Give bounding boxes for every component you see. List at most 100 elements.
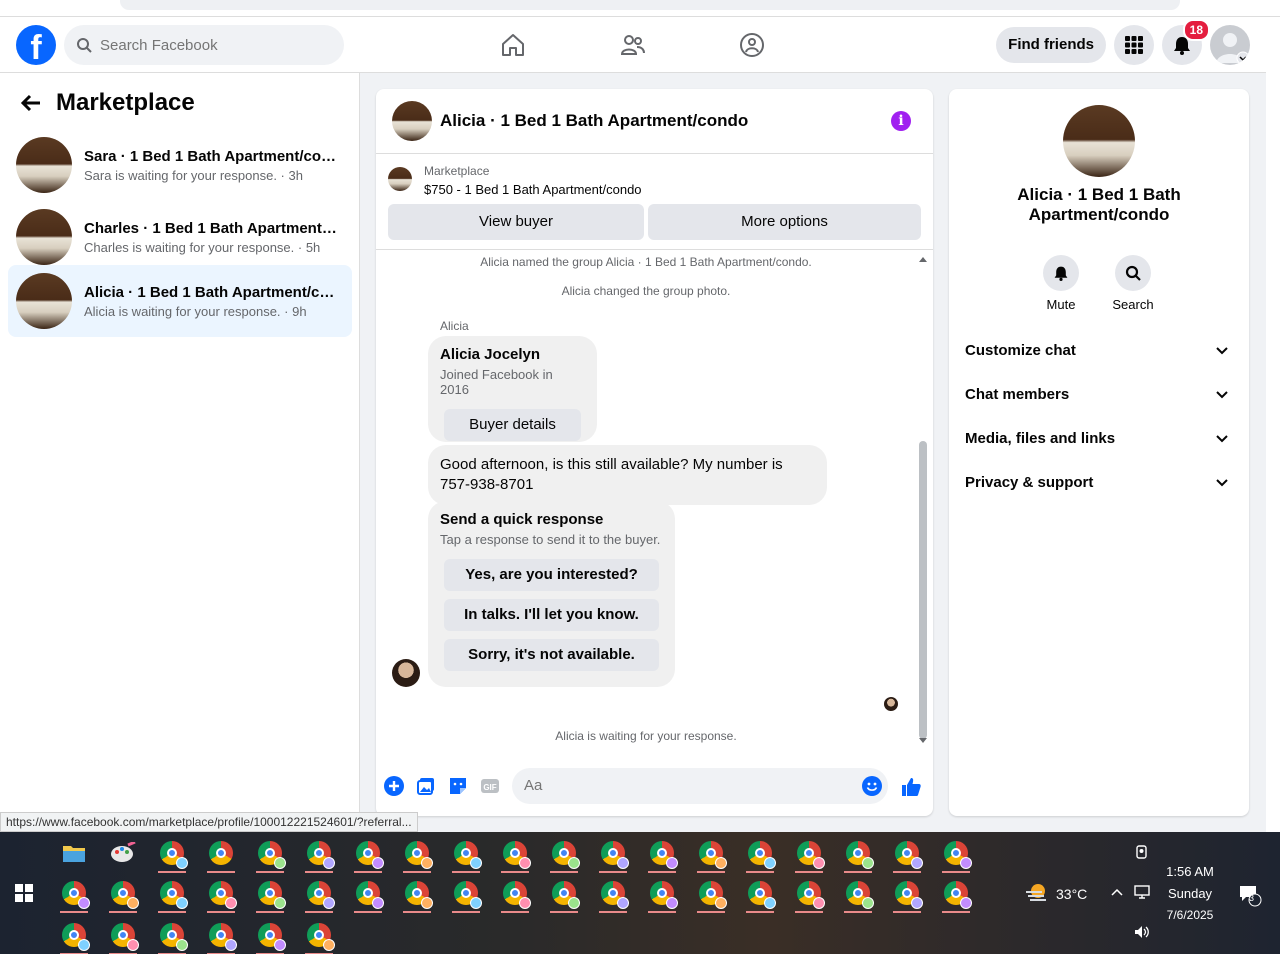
scroll-down-icon[interactable] — [918, 737, 928, 745]
chrome-profile-icon[interactable] — [693, 835, 729, 873]
volume-icon[interactable] — [1133, 924, 1151, 940]
chrome-profile-icon[interactable] — [840, 835, 876, 873]
info-icon[interactable]: i — [891, 111, 911, 131]
buyer-avatar[interactable] — [392, 659, 420, 687]
address-bar[interactable] — [120, 0, 1180, 10]
menu-button[interactable] — [1114, 25, 1154, 65]
chrome-profile-icon[interactable] — [301, 875, 337, 913]
clock-date[interactable]: 7/6/2025 — [1160, 908, 1220, 922]
conversation-item[interactable]: Charles · 1 Bed 1 Bath Apartment/c... Ch… — [8, 201, 352, 273]
chrome-profile-icon[interactable] — [644, 875, 680, 913]
chat-photo[interactable] — [1063, 105, 1135, 177]
chrome-profile-icon[interactable] — [595, 835, 631, 873]
chrome-profile-icon[interactable] — [203, 835, 239, 873]
chrome-profile-icon[interactable] — [203, 875, 239, 913]
chat-title[interactable]: Alicia · 1 Bed 1 Bath Apartment/condo — [440, 111, 748, 131]
weather-icon[interactable] — [1024, 882, 1050, 904]
chrome-profile-icon[interactable] — [105, 875, 141, 913]
chrome-profile-icon[interactable] — [938, 875, 974, 913]
clock-time[interactable]: 1:56 AM — [1166, 864, 1214, 879]
home-icon[interactable] — [499, 31, 527, 59]
chrome-profile-icon[interactable] — [154, 835, 190, 873]
groups-icon[interactable] — [738, 31, 766, 59]
chevron-up-icon[interactable] — [1111, 887, 1123, 897]
more-options-button[interactable]: More options — [648, 204, 921, 240]
chrome-profile-icon[interactable] — [56, 875, 92, 913]
clock-day[interactable]: Sunday — [1166, 886, 1214, 901]
chrome-profile-icon[interactable] — [252, 917, 288, 954]
chat-scroll-thumb[interactable] — [919, 441, 927, 739]
friends-icon[interactable] — [619, 31, 647, 59]
chrome-profile-icon[interactable] — [301, 917, 337, 954]
conversation-item-active[interactable]: Alicia · 1 Bed 1 Bath Apartment/co... Al… — [8, 265, 352, 337]
chat-thumbnail[interactable] — [392, 101, 432, 141]
listing-price[interactable]: $750 - 1 Bed 1 Bath Apartment/condo — [424, 182, 642, 197]
chrome-profile-icon[interactable] — [693, 875, 729, 913]
chrome-profile-icon[interactable] — [742, 875, 778, 913]
chrome-profile-icon[interactable] — [105, 917, 141, 954]
chrome-profile-icon[interactable] — [595, 875, 631, 913]
search-box[interactable] — [64, 25, 344, 65]
chrome-profile-icon[interactable] — [399, 835, 435, 873]
chrome-profile-icon[interactable] — [938, 835, 974, 873]
chrome-profile-icon[interactable] — [889, 875, 925, 913]
message-input[interactable] — [524, 777, 824, 794]
chat-scrollbar[interactable] — [919, 255, 927, 745]
meet-now-icon[interactable] — [1134, 844, 1150, 862]
gif-icon[interactable]: GIF — [480, 776, 500, 796]
scroll-up-icon[interactable] — [918, 255, 928, 263]
section-chat-members[interactable]: Chat members — [965, 373, 1233, 417]
conversation-item[interactable]: Sara · 1 Bed 1 Bath Apartment/con... Sar… — [8, 129, 352, 201]
chrome-profile-icon[interactable] — [448, 875, 484, 913]
find-friends-button[interactable]: Find friends — [996, 27, 1106, 63]
chrome-profile-icon[interactable] — [154, 875, 190, 913]
chrome-profile-icon[interactable] — [154, 917, 190, 954]
notifications-button[interactable]: 18 — [1162, 19, 1210, 65]
chrome-profile-icon[interactable] — [889, 835, 925, 873]
file-explorer-icon[interactable] — [56, 835, 92, 871]
quick-response-button[interactable]: Sorry, it's not available. — [444, 639, 659, 671]
quick-response-button[interactable]: Yes, are you interested? — [444, 559, 659, 591]
view-buyer-button[interactable]: View buyer — [388, 204, 644, 240]
chrome-profile-icon[interactable] — [497, 875, 533, 913]
sticker-icon[interactable] — [448, 776, 468, 796]
section-privacy-support[interactable]: Privacy & support — [965, 461, 1233, 505]
facebook-logo-icon[interactable]: f — [16, 25, 56, 65]
chrome-profile-icon[interactable] — [203, 917, 239, 954]
chrome-profile-icon[interactable] — [301, 835, 337, 873]
like-icon[interactable] — [900, 776, 922, 798]
back-arrow-icon[interactable] — [20, 92, 42, 114]
message-box[interactable] — [512, 768, 888, 804]
chrome-profile-icon[interactable] — [546, 875, 582, 913]
mute-button[interactable]: Mute — [1031, 255, 1091, 312]
buyer-details-button[interactable]: Buyer details — [444, 409, 581, 441]
chrome-profile-icon[interactable] — [840, 875, 876, 913]
chrome-profile-icon[interactable] — [791, 835, 827, 873]
quick-response-button[interactable]: In talks. I'll let you know. — [444, 599, 659, 631]
chrome-profile-icon[interactable] — [350, 835, 386, 873]
paint-app-icon[interactable] — [105, 835, 141, 871]
page-scrollbar[interactable] — [1266, 17, 1280, 832]
account-avatar[interactable] — [1210, 25, 1250, 65]
chrome-profile-icon[interactable] — [546, 835, 582, 873]
section-customize-chat[interactable]: Customize chat — [965, 329, 1233, 373]
chrome-profile-icon[interactable] — [252, 875, 288, 913]
chrome-profile-icon[interactable] — [56, 917, 92, 954]
chrome-profile-icon[interactable] — [644, 835, 680, 873]
photo-icon[interactable] — [416, 776, 436, 796]
windows-start-icon[interactable] — [15, 884, 33, 902]
chrome-profile-icon[interactable] — [497, 835, 533, 873]
temperature[interactable]: 33°C — [1056, 886, 1087, 902]
search-input[interactable] — [100, 36, 320, 54]
chrome-profile-icon[interactable] — [448, 835, 484, 873]
chrome-profile-icon[interactable] — [350, 875, 386, 913]
chrome-profile-icon[interactable] — [742, 835, 778, 873]
chrome-profile-icon[interactable] — [399, 875, 435, 913]
search-chat-button[interactable]: Search — [1103, 255, 1163, 312]
network-icon[interactable] — [1133, 884, 1151, 900]
message-bubble[interactable]: Good afternoon, is this still available?… — [428, 445, 827, 505]
plus-circle-icon[interactable] — [384, 776, 404, 796]
chrome-profile-icon[interactable] — [252, 835, 288, 873]
chrome-profile-icon[interactable] — [791, 875, 827, 913]
emoji-icon[interactable] — [862, 776, 882, 796]
